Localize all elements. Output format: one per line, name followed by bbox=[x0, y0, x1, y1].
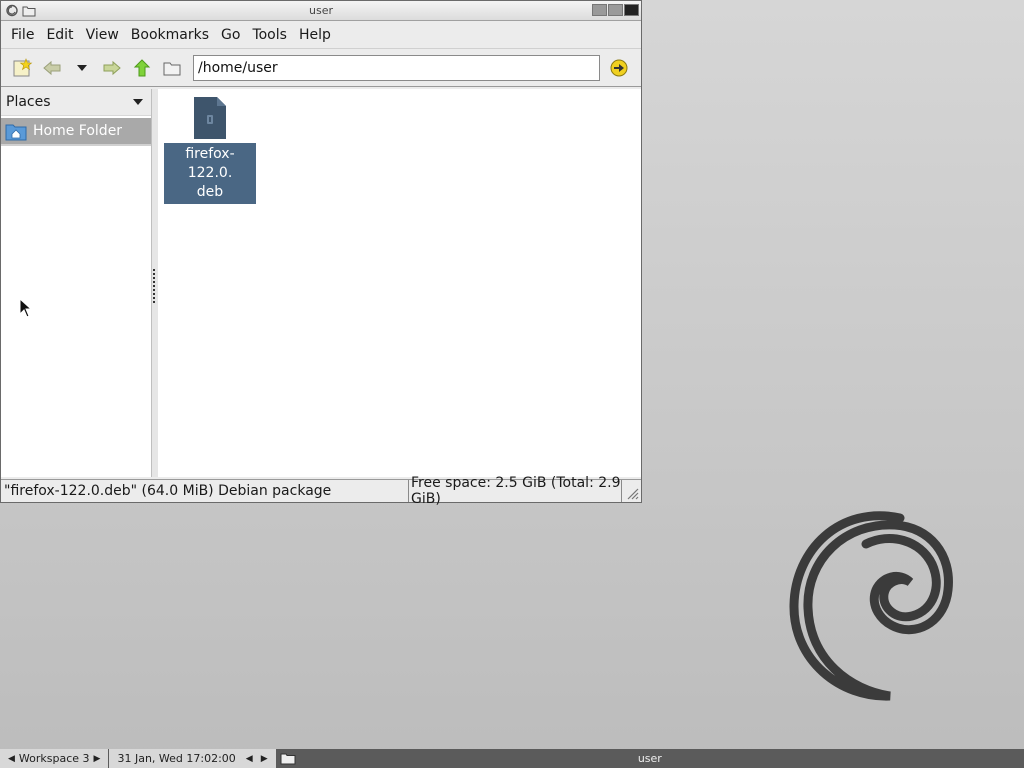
clock[interactable]: 31 Jan, Wed 17:02:00 ◀ ▶ bbox=[109, 749, 276, 768]
go-arrow-icon bbox=[610, 59, 628, 76]
forward-button[interactable] bbox=[99, 55, 125, 81]
toolbar: /home/user bbox=[1, 49, 641, 87]
deb-package-icon bbox=[194, 97, 226, 139]
next-icon[interactable]: ▶ bbox=[257, 754, 272, 764]
file-name-line1: firefox-122.0. bbox=[185, 146, 235, 181]
up-button[interactable] bbox=[129, 55, 155, 81]
home-folder-icon bbox=[5, 124, 27, 141]
go-button[interactable] bbox=[606, 55, 632, 81]
menu-bookmarks[interactable]: Bookmarks bbox=[125, 27, 215, 43]
menu-help[interactable]: Help bbox=[293, 27, 337, 43]
mouse-cursor-icon bbox=[19, 298, 33, 318]
window-titlebar[interactable]: user bbox=[1, 1, 641, 21]
new-window-icon bbox=[13, 57, 33, 76]
history-dropdown-button[interactable] bbox=[69, 55, 95, 81]
resize-grip-icon[interactable] bbox=[625, 486, 639, 500]
prev-workspace-icon[interactable]: ◀ bbox=[4, 754, 19, 764]
clock-label: 31 Jan, Wed 17:02:00 bbox=[117, 752, 236, 765]
menubar: File Edit View Bookmarks Go Tools Help bbox=[1, 21, 641, 49]
window-title: user bbox=[309, 4, 333, 17]
menu-edit[interactable]: Edit bbox=[40, 27, 79, 43]
maximize-button[interactable] bbox=[608, 4, 623, 16]
sidebar-item-label: Home Folder bbox=[33, 123, 123, 139]
file-manager-window: user File Edit View Bookmarks Go Tools H… bbox=[0, 0, 642, 507]
file-name-line2: deb bbox=[196, 184, 224, 200]
menu-view[interactable]: View bbox=[80, 27, 125, 43]
workspace-switcher[interactable]: ◀ Workspace 3 ▶ bbox=[0, 749, 109, 768]
splitter-grip[interactable] bbox=[153, 269, 156, 303]
back-arrow-icon bbox=[43, 60, 61, 75]
status-free-space: Free space: 2.5 GiB (Total: 2.9 GiB) bbox=[411, 475, 622, 507]
forward-arrow-icon bbox=[103, 60, 121, 75]
up-arrow-icon bbox=[133, 58, 151, 76]
places-sidebar: Places Home Folder bbox=[1, 89, 152, 477]
debian-logo bbox=[789, 511, 953, 701]
file-view[interactable]: firefox-122.0. deb bbox=[158, 89, 641, 477]
chevron-down-icon[interactable] bbox=[133, 98, 143, 106]
file-name: firefox-122.0. deb bbox=[164, 143, 256, 204]
prev-icon[interactable]: ◀ bbox=[242, 754, 257, 764]
places-title: Places bbox=[6, 94, 51, 110]
next-workspace-icon[interactable]: ▶ bbox=[90, 754, 105, 764]
places-header[interactable]: Places bbox=[1, 89, 151, 116]
file-item[interactable]: firefox-122.0. deb bbox=[164, 95, 256, 204]
taskbar-window-user[interactable]: user bbox=[276, 749, 1024, 768]
close-button[interactable] bbox=[624, 4, 639, 16]
folder-icon bbox=[280, 753, 296, 765]
status-selection: "firefox-122.0.deb" (64.0 MiB) Debian pa… bbox=[1, 480, 409, 502]
chevron-down-icon bbox=[77, 64, 87, 71]
sidebar-item-home-folder[interactable]: Home Folder bbox=[1, 118, 151, 146]
home-location-button[interactable] bbox=[159, 55, 185, 81]
back-button[interactable] bbox=[39, 55, 65, 81]
statusbar: "firefox-122.0.deb" (64.0 MiB) Debian pa… bbox=[1, 475, 641, 507]
location-input[interactable]: /home/user bbox=[193, 54, 600, 81]
folder-icon bbox=[163, 62, 181, 75]
menu-go[interactable]: Go bbox=[215, 27, 246, 43]
workspace-label: Workspace 3 bbox=[18, 752, 90, 765]
new-window-button[interactable] bbox=[9, 55, 35, 81]
menu-file[interactable]: File bbox=[5, 27, 40, 43]
taskbar-window-title: user bbox=[637, 752, 662, 765]
minimize-button[interactable] bbox=[592, 4, 607, 16]
taskbar: ◀ Workspace 3 ▶ 31 Jan, Wed 17:02:00 ◀ ▶… bbox=[0, 749, 1024, 768]
menu-tools[interactable]: Tools bbox=[246, 27, 293, 43]
